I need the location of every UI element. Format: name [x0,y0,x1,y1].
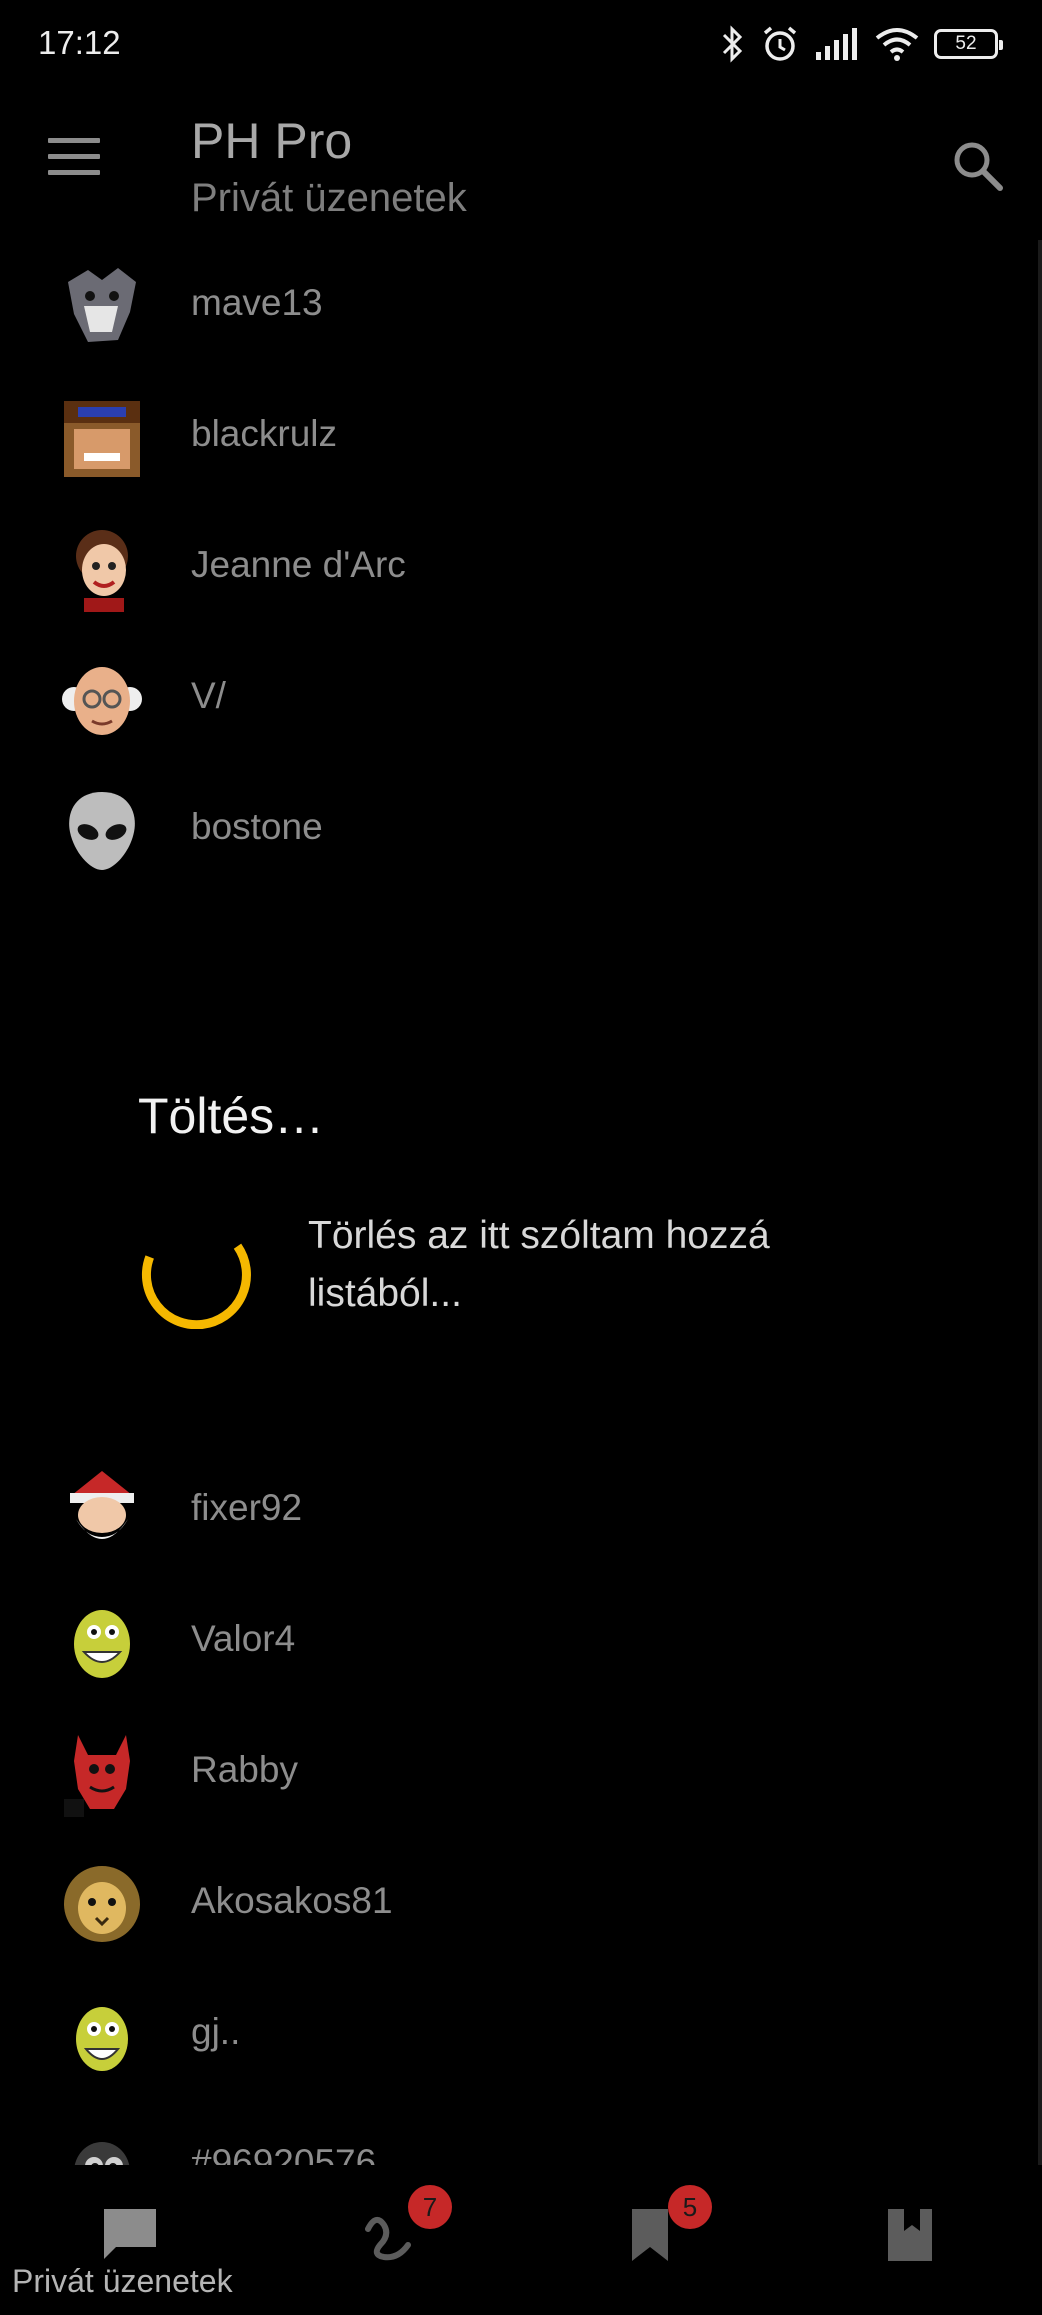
menu-icon [48,138,100,143]
conversation-name: V/ [191,675,226,716]
list-item[interactable]: Jeanne d'Arc [0,502,1022,633]
battery-level: 52 [955,33,977,54]
list-item[interactable]: V/ [0,633,1022,764]
avatar [58,1860,146,1948]
list-item[interactable]: Rabby [0,1707,1022,1838]
dialog-title: Töltés… [138,1088,325,1144]
avatar [58,393,146,481]
alarm-icon [763,26,797,61]
avatar [58,1598,146,1686]
list-item[interactable]: bostone [0,764,1022,895]
list-item[interactable]: mave13 [0,240,1022,371]
list-item[interactable]: fixer92 [0,1445,1022,1576]
wifi-icon [875,28,919,61]
status-bar: 17:12 52 [0,0,1042,88]
bluetooth-icon [722,25,743,63]
conversation-name: Rabby [191,1749,298,1790]
avatar [58,655,146,743]
list-item[interactable]: Akosakos81 [0,1838,1022,1969]
bottom-navigation: Privát üzenetek 7 5 [0,2165,1042,2315]
conversation-name: mave13 [191,282,323,323]
conversation-name: bostone [191,806,323,847]
conversation-name: blackrulz [191,413,337,454]
conversation-name: Jeanne d'Arc [191,544,406,585]
avatar [58,786,146,874]
notification-badge: 5 [668,2185,712,2229]
avatar [58,524,146,612]
nav-bookmarks[interactable]: 5 [520,2165,780,2315]
battery-indicator: 52 [934,29,1003,59]
avatar [58,1991,146,2079]
list-item[interactable]: Valor4 [0,1576,1022,1707]
list-item[interactable]: blackrulz [0,371,1022,502]
nav-private-messages[interactable]: Privát üzenetek [0,2165,260,2315]
conversation-name: gj.. [191,2011,241,2052]
app-title: PH Pro [191,113,353,169]
loading-spinner-icon [141,1243,251,1329]
search-icon[interactable] [948,136,1008,196]
avatar [58,1467,146,1555]
scrollbar[interactable] [1038,240,1042,2170]
nav-label: Privát üzenetek [12,2263,233,2299]
notification-badge: 7 [408,2185,452,2229]
avatar [58,1729,146,1817]
dialog-message: Törlés az itt szóltam hozzá listából... [308,1214,770,1315]
avatar [58,262,146,350]
conversation-name: Akosakos81 [191,1880,393,1921]
loading-dialog: Töltés… Törlés az itt szóltam hozzá list… [70,957,988,1379]
app-subtitle: Privát üzenetek [191,176,467,220]
app-bar: PH Pro Privát üzenetek [0,88,1042,238]
nav-saved[interactable] [780,2165,1040,2315]
nav-mentions[interactable]: 7 [260,2165,520,2315]
conversation-name: fixer92 [191,1487,303,1528]
book-bookmark-icon [888,2209,932,2261]
signal-icon [816,28,857,60]
chat-bubble-icon [104,2209,156,2259]
list-item[interactable]: gj.. [0,1969,1022,2100]
conversation-name: Valor4 [191,1618,296,1659]
status-icons: 52 [720,20,1003,68]
menu-button[interactable] [42,138,106,186]
status-time: 17:12 [38,24,121,61]
